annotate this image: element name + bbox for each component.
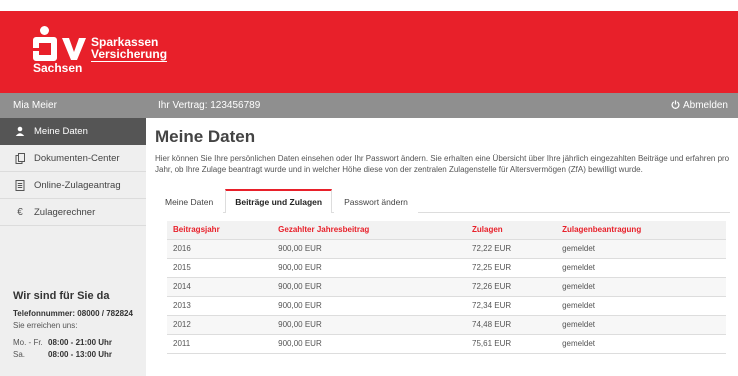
content-area: Meine Daten Dokumenten-Center Online-Zul… — [0, 118, 738, 376]
sidebar-item-meine-daten[interactable]: Meine Daten — [0, 118, 146, 145]
cell-allowance: 75,61 EUR — [466, 334, 557, 354]
cell-year: 2011 — [167, 334, 273, 354]
contact-hours-time: 08:00 - 13:00 Uhr — [48, 350, 113, 359]
top-spacer — [0, 0, 738, 11]
cell-allowance: 72,34 EUR — [466, 296, 557, 316]
contact-title: Wir sind für Sie da — [13, 290, 110, 302]
cell-year: 2015 — [167, 258, 273, 278]
cell-status: gemeldet — [556, 315, 726, 335]
main-panel: Meine Daten Hier können Sie Ihre persönl… — [146, 118, 738, 376]
contact-phone: Telefonnummer: 08000 / 782824 — [13, 309, 133, 318]
column-header-beitragsjahr: Beitragsjahr — [167, 221, 273, 240]
sidebar-item-label: Online-Zulageantrag — [34, 179, 121, 191]
contract-number: Ihr Vertrag: 123456789 — [158, 100, 261, 111]
column-header-zulagenbeantragung: Zulagenbeantragung — [556, 221, 726, 240]
cell-year: 2012 — [167, 315, 273, 335]
tab-meine-daten[interactable]: Meine Daten — [155, 189, 224, 213]
sidebar: Meine Daten Dokumenten-Center Online-Zul… — [0, 118, 146, 376]
column-header-jahresbeitrag: Gezahlter Jahresbeitrag — [272, 221, 467, 240]
tab-passwort-aendern[interactable]: Passwort ändern — [334, 189, 418, 213]
cell-status: gemeldet — [556, 239, 726, 259]
logo-line-2: Versicherung — [91, 47, 168, 62]
logout-button[interactable]: Abmelden — [671, 99, 728, 112]
form-icon — [13, 179, 27, 191]
cell-year: 2013 — [167, 296, 273, 316]
cell-contribution: 900,00 EUR — [272, 258, 467, 278]
contact-hours-days: Sa. — [13, 350, 26, 359]
contact-hours-time: 08:00 - 21:00 Uhr — [48, 338, 113, 347]
cell-contribution: 900,00 EUR — [272, 239, 467, 259]
contact-box: Wir sind für Sie da Telefonnummer: 08000… — [13, 290, 143, 362]
logo-subtitle: Sachsen — [33, 61, 83, 75]
user-bar: Mia Meier Ihr Vertrag: 123456789 Abmelde… — [0, 93, 738, 118]
sidebar-item-zulagerechner[interactable]: € Zulagerechner — [0, 199, 146, 226]
cell-allowance: 72,25 EUR — [466, 258, 557, 278]
cell-allowance: 74,48 EUR — [466, 315, 557, 335]
cell-status: gemeldet — [556, 258, 726, 278]
cell-status: gemeldet — [556, 334, 726, 354]
contact-hours-row: Sa. 08:00 - 13:00 Uhr — [13, 350, 143, 359]
user-name: Mia Meier — [13, 100, 57, 111]
tab-bar: Meine Daten Beiträge und Zulagen Passwor… — [155, 189, 730, 213]
table-row: 2014 900,00 EUR 72,26 EUR gemeldet — [167, 277, 726, 297]
cell-contribution: 900,00 EUR — [272, 315, 467, 335]
euro-icon: € — [17, 206, 23, 218]
contact-reach-label: Sie erreichen uns: — [13, 321, 78, 330]
cell-allowance: 72,26 EUR — [466, 277, 557, 297]
sidebar-item-dokumenten-center[interactable]: Dokumenten-Center — [0, 145, 146, 172]
documents-icon — [13, 152, 27, 164]
power-icon — [671, 99, 680, 112]
table-row: 2016 900,00 EUR 72,22 EUR gemeldet — [167, 239, 726, 259]
table-row: 2013 900,00 EUR 72,34 EUR gemeldet — [167, 296, 726, 316]
cell-contribution: 900,00 EUR — [272, 334, 467, 354]
cell-contribution: 900,00 EUR — [272, 277, 467, 297]
versicherung-v-logo-icon — [61, 37, 87, 61]
cell-year: 2014 — [167, 277, 273, 297]
site-header: Sparkassen Versicherung Sachsen — [0, 11, 738, 93]
sidebar-item-online-zulageantrag[interactable]: Online-Zulageantrag — [0, 172, 146, 199]
sidebar-item-label: Zulagerechner — [34, 206, 96, 218]
sidebar-item-label: Dokumenten-Center — [34, 152, 120, 164]
table-row: 2012 900,00 EUR 74,48 EUR gemeldet — [167, 315, 726, 335]
sparkasse-s-logo-icon — [33, 26, 57, 62]
column-header-zulagen: Zulagen — [466, 221, 557, 240]
user-icon — [13, 126, 27, 136]
tab-beitraege-und-zulagen[interactable]: Beiträge und Zulagen — [225, 189, 333, 213]
contributions-table: Beitragsjahr Gezahlter Jahresbeitrag Zul… — [167, 221, 726, 354]
cell-status: gemeldet — [556, 296, 726, 316]
intro-text: Hier können Sie Ihre persönlichen Daten … — [155, 154, 730, 174]
logo-text: Sparkassen Versicherung — [91, 36, 168, 62]
contact-hours-row: Mo. - Fr. 08:00 - 21:00 Uhr — [13, 338, 143, 347]
sidebar-item-label: Meine Daten — [34, 125, 88, 137]
brand-logo[interactable]: Sparkassen Versicherung — [33, 26, 168, 62]
cell-status: gemeldet — [556, 277, 726, 297]
cell-contribution: 900,00 EUR — [272, 296, 467, 316]
page-title: Meine Daten — [155, 127, 256, 146]
table-header-row: Beitragsjahr Gezahlter Jahresbeitrag Zul… — [167, 221, 726, 240]
table-row: 2011 900,00 EUR 75,61 EUR gemeldet — [167, 334, 726, 354]
logout-label: Abmelden — [682, 100, 728, 111]
cell-year: 2016 — [167, 239, 273, 259]
table-row: 2015 900,00 EUR 72,25 EUR gemeldet — [167, 258, 726, 278]
contact-hours-days: Mo. - Fr. — [13, 338, 43, 347]
cell-allowance: 72,22 EUR — [466, 239, 557, 259]
